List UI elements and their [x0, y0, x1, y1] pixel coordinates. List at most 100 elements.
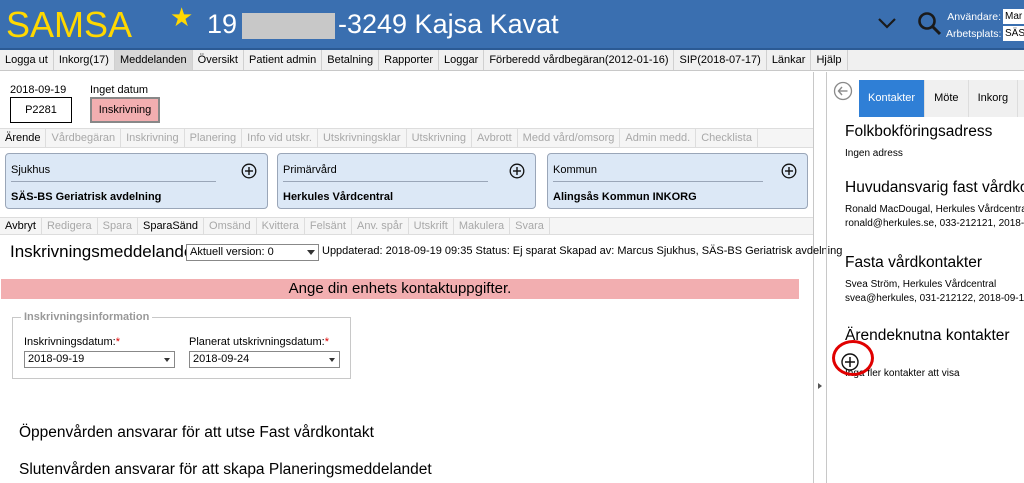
step-inskrivning[interactable]: Inskrivning: [121, 129, 185, 147]
menu-payment[interactable]: Betalning: [322, 50, 380, 70]
right-tabs: Kontakter Möte Inkorg: [859, 80, 1024, 117]
main-contact-info: ronald@herkules.se, 033-212121, 2018-09-…: [845, 218, 1024, 229]
menu-reports[interactable]: Rapporter: [379, 50, 440, 70]
required-marker: *: [324, 336, 330, 348]
menu-sip[interactable]: SIP(2018-07-17): [674, 50, 767, 70]
step-checklista[interactable]: Checklista: [696, 129, 758, 147]
step-utskrivningsklar[interactable]: Utskrivningsklar: [318, 129, 407, 147]
redacted-personal-number: [242, 13, 335, 39]
menu-logs[interactable]: Loggar: [439, 50, 485, 70]
card-divider: [553, 181, 763, 182]
registered-address-text: Ingen adress: [845, 148, 903, 159]
main-menu: Logga ut Inkorg(17) Meddelanden Översikt…: [0, 50, 1024, 71]
add-circle-icon[interactable]: [781, 163, 797, 179]
step-planering[interactable]: Planering: [185, 129, 243, 147]
patient-id-prefix: 19: [207, 9, 238, 39]
info-text-inpatient: Slutenvården ansvarar för att skapa Plan…: [19, 461, 432, 478]
process-steps: Ärende Vårdbegäran Inskrivning Planering…: [0, 128, 813, 148]
admission-info-fieldset: Inskrivningsinformation Inskrivningsdatu…: [12, 311, 351, 379]
step-info-vid-utskr[interactable]: Info vid utskr.: [242, 129, 318, 147]
municipality-card-title: Kommun: [553, 164, 598, 176]
step-admin-medd[interactable]: Admin medd.: [620, 129, 697, 147]
tab-contacts[interactable]: Kontakter: [859, 80, 926, 117]
registered-address-heading: Folkbokföringsadress: [845, 123, 993, 140]
user-select[interactable]: Mar: [1003, 9, 1024, 24]
case-date: 2018-09-19: [10, 84, 67, 96]
app-header: SAMSA ★ 19 -3249 Kajsa Kavat Användare: …: [0, 0, 1024, 50]
admission-date-label-text: Inskrivningsdatum:: [24, 336, 116, 348]
menu-overview[interactable]: Översikt: [193, 50, 244, 70]
fixed-contacts-heading: Fasta vårdkontakter: [845, 254, 982, 271]
message-status: Uppdaterad: 2018-09-19 09:35 Status: Ej …: [322, 245, 843, 257]
menu-logout[interactable]: Logga ut: [0, 50, 54, 70]
print-button[interactable]: Utskrift: [409, 218, 454, 234]
step-arende[interactable]: Ärende: [0, 129, 47, 147]
card-divider: [283, 181, 488, 182]
step-utskrivning[interactable]: Utskrivning: [407, 129, 473, 147]
hospital-card-value: SÄS-BS Geriatrisk avdelning: [11, 191, 162, 203]
menu-messages[interactable]: Meddelanden: [114, 50, 193, 70]
main-content: 2018-09-19 Inget datum P2281 Inskrivning…: [0, 72, 842, 483]
planned-discharge-select[interactable]: 2018-09-24: [189, 351, 340, 368]
planned-discharge-value: 2018-09-24: [193, 353, 250, 365]
case-id-box[interactable]: P2281: [10, 97, 72, 123]
card-divider: [11, 181, 216, 182]
phase-date: Inget datum: [90, 84, 149, 96]
tab-meeting[interactable]: Möte: [925, 80, 969, 117]
favorite-star-icon[interactable]: ★: [170, 2, 193, 33]
fixed-contact-info: svea@herkules, 031-212122, 2018-09-19: [845, 293, 1024, 304]
hospital-card-title: Sjukhus: [11, 164, 51, 176]
dropdown-arrow-icon: [329, 358, 335, 362]
version-select[interactable]: Aktuell version: 0: [186, 244, 319, 261]
resend-button[interactable]: Omsänd: [204, 218, 257, 234]
admission-date-select[interactable]: 2018-09-19: [24, 351, 175, 368]
menu-help[interactable]: Hjälp: [811, 50, 848, 70]
menu-prepared-request[interactable]: Förberedd vårdbegäran(2012-01-16): [484, 50, 675, 70]
void-button[interactable]: Makulera: [454, 218, 511, 234]
fixed-contact-name: Svea Ström, Herkules Vårdcentral: [845, 279, 997, 290]
municipality-card-value: Alingsås Kommun INKORG: [553, 191, 697, 203]
save-button[interactable]: Spara: [98, 218, 138, 234]
planned-discharge-label: Planerat utskrivningsdatum:*: [189, 336, 329, 348]
contacts-panel: Kontakter Möte Inkorg Folkbokföringsadre…: [826, 72, 1024, 483]
phase-status-badge[interactable]: Inskrivning: [90, 97, 160, 123]
app-logo[interactable]: SAMSA: [6, 4, 132, 46]
edit-button[interactable]: Redigera: [42, 218, 98, 234]
user-label: Användare:: [947, 11, 1001, 23]
main-contact-name: Ronald MacDougal, Herkules Vårdcentral: [845, 204, 1024, 215]
add-circle-icon[interactable]: [509, 163, 525, 179]
menu-inbox[interactable]: Inkorg(17): [54, 50, 115, 70]
primary-care-card-title: Primärvård: [283, 164, 337, 176]
pane-splitter[interactable]: [815, 72, 825, 483]
fieldset-legend: Inskrivningsinformation: [21, 311, 153, 323]
menu-patient-admin[interactable]: Patient admin: [244, 50, 323, 70]
step-avbrott[interactable]: Avbrott: [472, 129, 518, 147]
add-circle-icon[interactable]: [241, 163, 257, 179]
primary-care-card: Primärvård Herkules Vårdcentral: [277, 153, 536, 209]
workplace-label: Arbetsplats:: [946, 28, 1002, 40]
search-icon[interactable]: [916, 10, 942, 36]
save-send-button[interactable]: SparaSänd: [138, 218, 205, 234]
step-medd-vard-omsorg[interactable]: Medd vård/omsorg: [518, 129, 621, 147]
case-contacts-heading: Ärendeknutna kontakter: [845, 327, 1010, 344]
cancel-button[interactable]: Avbryt: [0, 218, 42, 234]
missent-button[interactable]: Felsänt: [305, 218, 352, 234]
tab-inbox[interactable]: Inkorg: [968, 80, 1019, 117]
back-arrow-icon[interactable]: [833, 81, 853, 101]
usage-trace-button[interactable]: Anv. spår: [352, 218, 409, 234]
chevron-down-icon[interactable]: [876, 12, 898, 34]
workplace-select[interactable]: SÄS: [1003, 26, 1024, 41]
warning-banner: Ange din enhets kontaktuppgifter.: [1, 279, 799, 299]
acknowledge-button[interactable]: Kvittera: [257, 218, 305, 234]
primary-care-card-value: Herkules Vårdcentral: [283, 191, 394, 203]
municipality-card: Kommun Alingsås Kommun INKORG: [547, 153, 808, 209]
message-title: Inskrivningsmeddelande: [10, 242, 194, 261]
menu-links[interactable]: Länkar: [767, 50, 812, 70]
admission-date-value: 2018-09-19: [28, 353, 85, 365]
tab-overflow[interactable]: [1018, 80, 1024, 117]
hospital-card: Sjukhus SÄS-BS Geriatrisk avdelning: [5, 153, 268, 209]
step-vardbegaran[interactable]: Vårdbegäran: [46, 129, 122, 147]
required-marker: *: [115, 336, 120, 348]
reply-button[interactable]: Svara: [510, 218, 550, 234]
expand-arrow-icon[interactable]: [818, 383, 822, 389]
